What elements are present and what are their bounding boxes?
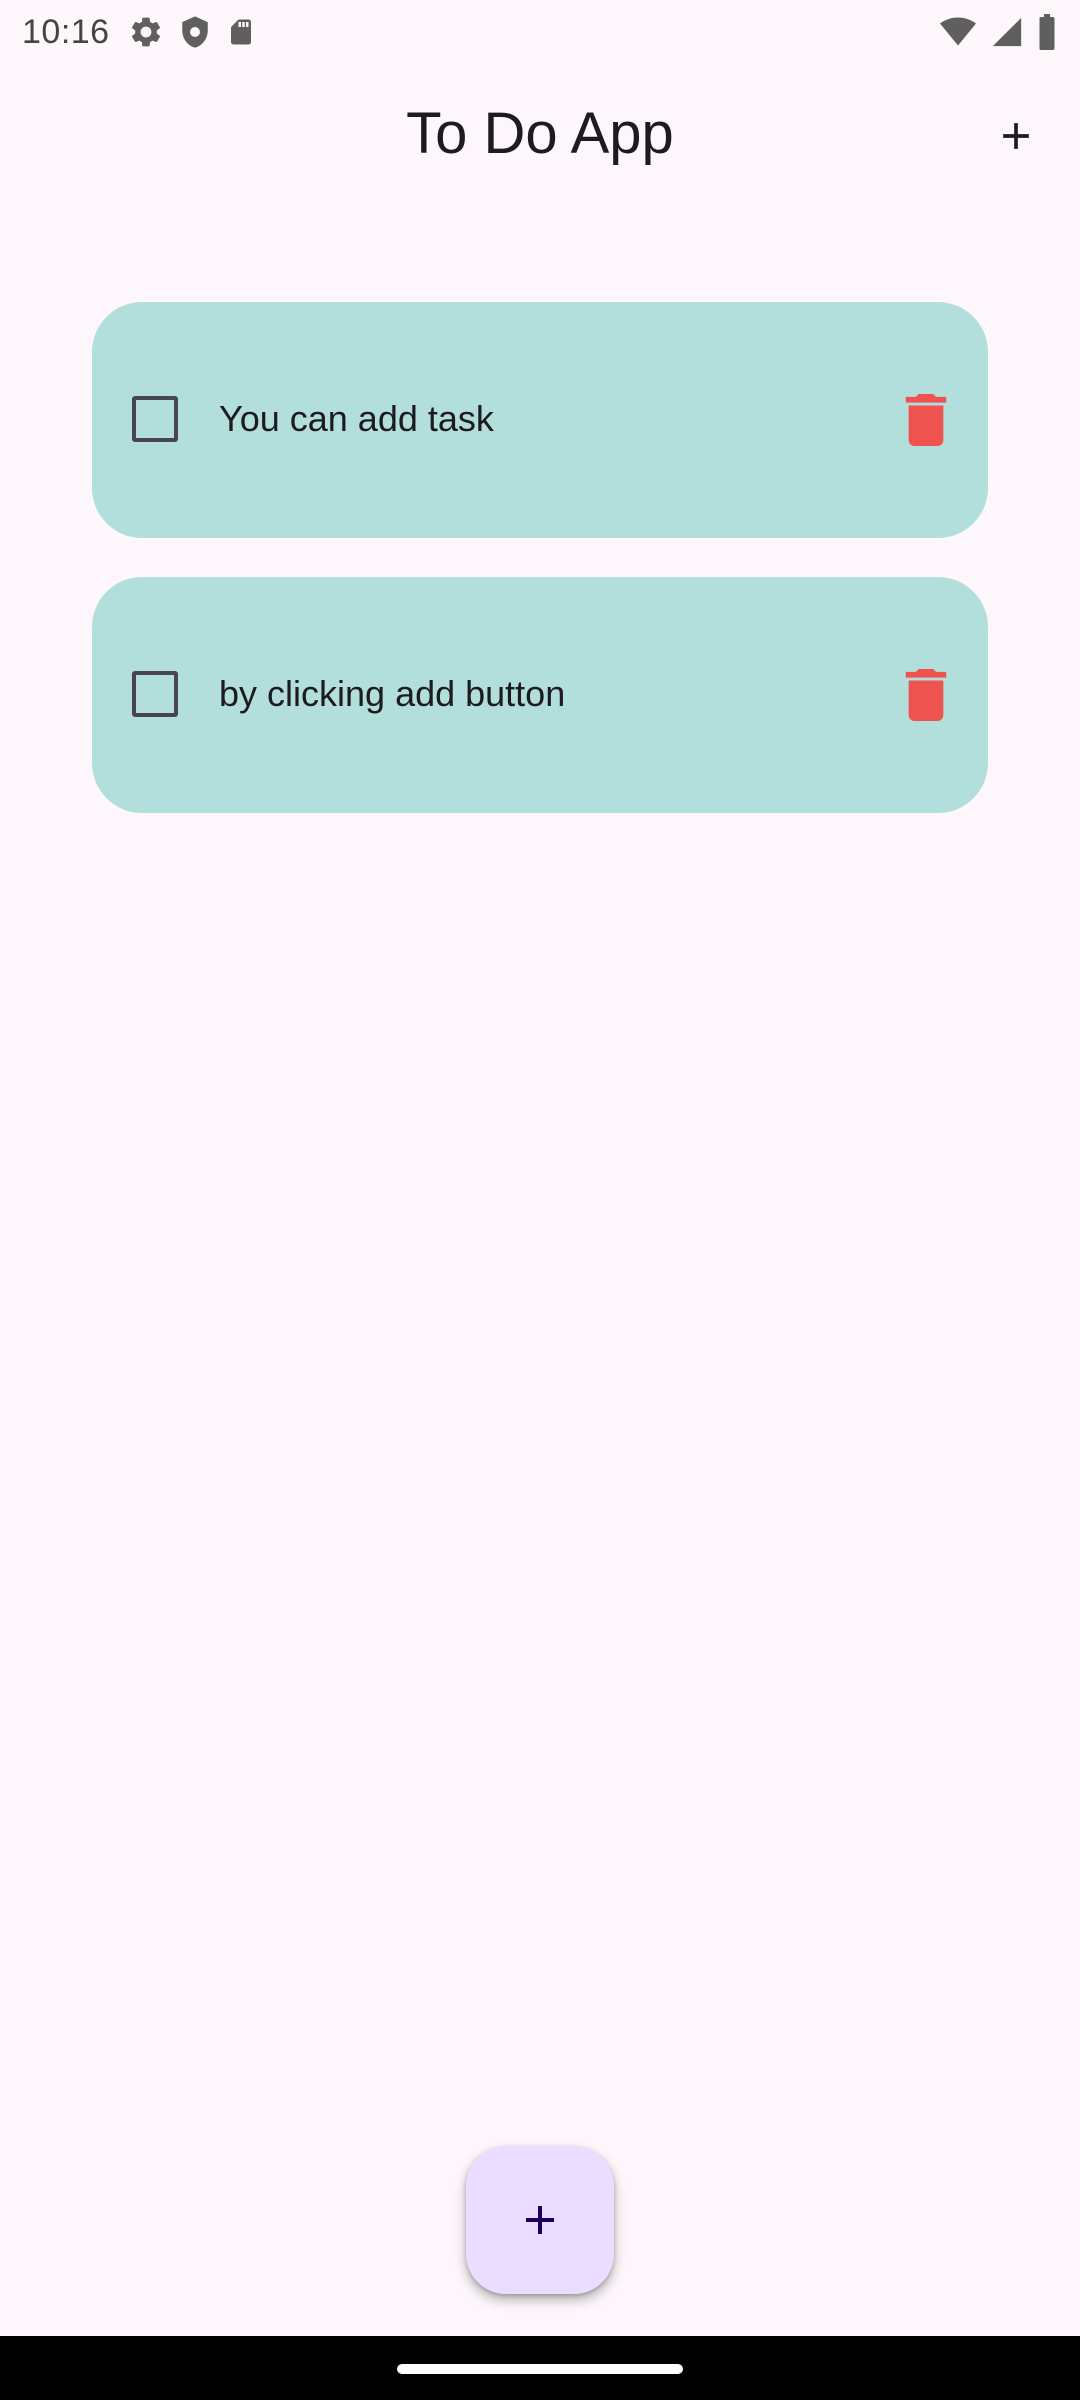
signal-icon xyxy=(992,17,1022,47)
add-icon xyxy=(526,2206,554,2234)
navigation-bar xyxy=(0,2336,1080,2400)
shield-icon xyxy=(181,16,208,48)
task-list: You can add task by clicking add button xyxy=(92,302,988,852)
add-task-button[interactable] xyxy=(984,104,1048,168)
home-gesture-handle[interactable] xyxy=(397,2364,683,2374)
settings-icon xyxy=(131,17,160,47)
page-title: To Do App xyxy=(406,101,674,166)
wifi-icon xyxy=(940,17,976,46)
task-card: You can add task xyxy=(92,302,988,538)
delete-icon[interactable] xyxy=(904,394,948,446)
add-task-fab[interactable] xyxy=(466,2146,614,2294)
delete-icon[interactable] xyxy=(904,669,948,721)
task-text: You can add task xyxy=(219,398,494,439)
status-left: 10:16 xyxy=(22,13,256,52)
status-bar: 10:16 xyxy=(0,0,1080,64)
task-checkbox[interactable] xyxy=(132,396,178,442)
status-notification-icons xyxy=(128,14,256,50)
battery-icon xyxy=(1039,14,1055,50)
sd-card-icon xyxy=(230,19,251,45)
task-card: by clicking add button xyxy=(92,577,988,813)
task-text: by clicking add button xyxy=(219,673,566,714)
screen: 10:16 To Do App You can add task by clic… xyxy=(0,0,1080,2400)
add-icon xyxy=(1003,123,1029,149)
task-checkbox[interactable] xyxy=(132,671,178,717)
status-system-icons xyxy=(938,14,1058,50)
app-bar: To Do App xyxy=(0,64,1080,204)
status-time: 10:16 xyxy=(22,12,110,51)
